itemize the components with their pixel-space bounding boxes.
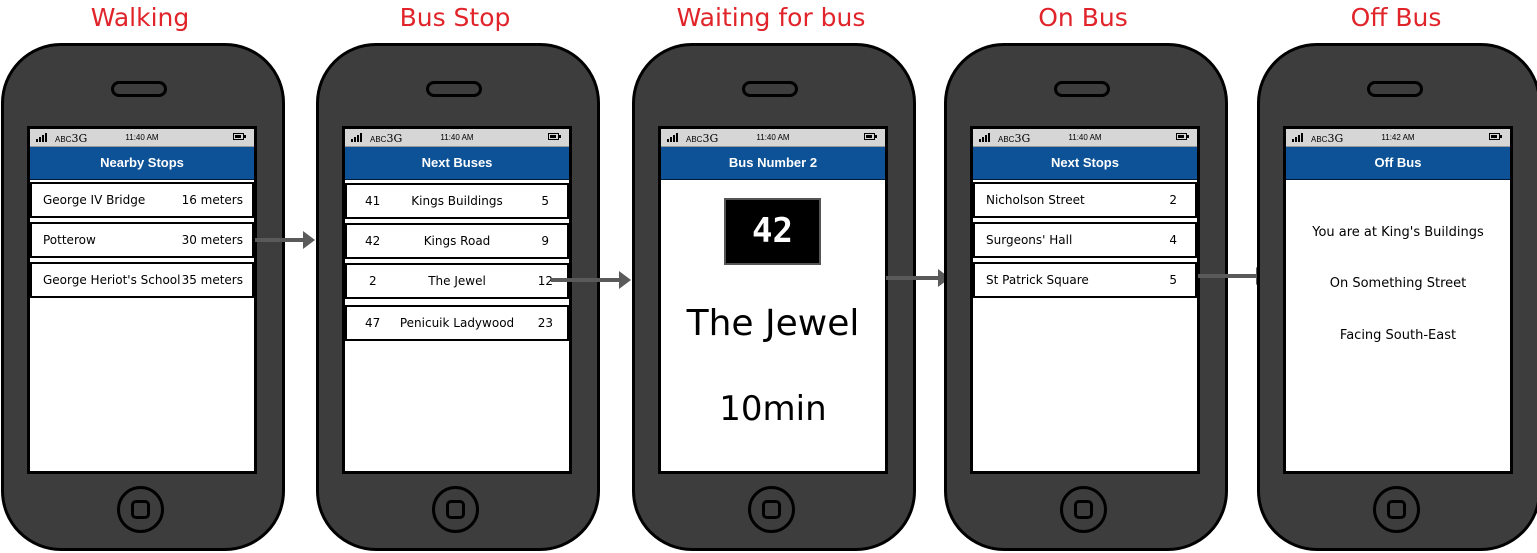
- next-stop-item[interactable]: Surgeons' Hall 4: [973, 222, 1197, 258]
- caption-waiting: Waiting for bus: [676, 3, 866, 32]
- destination-label: The Jewel: [686, 303, 860, 344]
- home-square-icon: [131, 500, 150, 519]
- battery-icon: [1489, 133, 1502, 140]
- status-bar: ABC3G 11:40 AM: [973, 129, 1197, 147]
- bus-minutes: 9: [541, 234, 549, 248]
- nearby-stops-list: George IV Bridge 16 meters Potterow 30 m…: [30, 180, 254, 298]
- stops-away: 4: [1169, 233, 1177, 247]
- clock: 11:42 AM: [1381, 133, 1415, 142]
- next-stop-name: Surgeons' Hall: [986, 233, 1073, 247]
- next-stop-item[interactable]: St Patrick Square 5: [973, 262, 1197, 298]
- caption-walking: Walking: [90, 3, 190, 32]
- bus-item[interactable]: 41 Kings Buildings 5: [345, 183, 569, 219]
- stop-name: George Heriot's School: [43, 273, 181, 287]
- caption-bus-stop: Bus Stop: [399, 3, 511, 32]
- status-bar: ABC3G 11:40 AM: [30, 129, 254, 147]
- screen-off-bus: ABC3G 11:42 AM Off Bus You are at King's…: [1283, 126, 1513, 474]
- screen-title: Next Buses: [345, 147, 569, 180]
- bus-destination: Kings Road: [423, 234, 491, 248]
- location-line: You are at King's Buildings: [1312, 225, 1484, 240]
- bus-item[interactable]: 47 Penicuik Ladywood 23: [345, 305, 569, 341]
- wait-time: 10min: [719, 389, 827, 429]
- stop-item[interactable]: Potterow 30 meters: [30, 222, 254, 258]
- battery-icon: [233, 133, 246, 140]
- home-button[interactable]: [117, 486, 164, 533]
- clock: 11:40 AM: [440, 133, 474, 142]
- home-button[interactable]: [432, 486, 479, 533]
- flow-arrow: [1198, 267, 1268, 285]
- phone-walking: ABC3G 11:40 AM Nearby Stops George IV Br…: [1, 43, 285, 551]
- bus-minutes: 5: [541, 194, 549, 208]
- bus-number-badge: 42: [724, 198, 821, 265]
- flow-arrow: [886, 269, 950, 287]
- phone-on-bus: ABC3G 11:40 AM Next Stops Nicholson Stre…: [944, 43, 1228, 551]
- speaker-icon: [426, 81, 482, 97]
- caption-on-bus: On Bus: [1038, 3, 1128, 32]
- flow-arrow: [551, 271, 631, 289]
- clock: 11:40 AM: [756, 133, 790, 142]
- speaker-icon: [1367, 81, 1423, 97]
- stop-item[interactable]: George Heriot's School 35 meters: [30, 262, 254, 298]
- home-square-icon: [1074, 500, 1093, 519]
- battery-icon: [1176, 133, 1189, 140]
- flow-arrow: [255, 231, 315, 249]
- bus-item[interactable]: 42 Kings Road 9: [345, 223, 569, 259]
- bus-minutes: 23: [537, 316, 553, 330]
- status-bar: ABC3G 11:40 AM: [345, 129, 569, 147]
- home-button[interactable]: [1373, 486, 1420, 533]
- next-stop-item[interactable]: Nicholson Street 2: [973, 182, 1197, 218]
- facing-line: Facing South-East: [1339, 328, 1457, 343]
- battery-icon: [548, 133, 561, 140]
- screen-waiting: ABC3G 11:40 AM Bus Number 2 42 The Jewel…: [658, 126, 888, 474]
- home-square-icon: [446, 500, 465, 519]
- caption-off-bus: Off Bus: [1350, 3, 1442, 32]
- speaker-icon: [111, 81, 167, 97]
- next-buses-list: 41 Kings Buildings 5 42 Kings Road 9 2 T…: [345, 180, 569, 341]
- status-bar: ABC3G 11:42 AM: [1286, 129, 1510, 147]
- home-square-icon: [762, 500, 781, 519]
- street-line: On Something Street: [1329, 276, 1467, 291]
- stop-item[interactable]: George IV Bridge 16 meters: [30, 182, 254, 218]
- home-square-icon: [1387, 500, 1406, 519]
- clock: 11:40 AM: [125, 133, 159, 142]
- stop-distance: 16 meters: [181, 193, 243, 207]
- home-button[interactable]: [748, 486, 795, 533]
- speaker-icon: [742, 81, 798, 97]
- clock: 11:40 AM: [1068, 133, 1102, 142]
- speaker-icon: [1054, 81, 1110, 97]
- stop-distance: 35 meters: [181, 273, 243, 287]
- screen-bus-stop: ABC3G 11:40 AM Next Buses 41 Kings Build…: [342, 126, 572, 474]
- bus-destination: Penicuik Ladywood: [399, 316, 515, 330]
- stop-name: Potterow: [43, 233, 96, 247]
- next-stop-name: St Patrick Square: [986, 273, 1089, 287]
- screen-title: Nearby Stops: [30, 147, 254, 180]
- screen-on-bus: ABC3G 11:40 AM Next Stops Nicholson Stre…: [970, 126, 1200, 474]
- screen-title: Next Stops: [973, 147, 1197, 180]
- bus-destination: Kings Buildings: [411, 194, 503, 208]
- screen-walking: ABC3G 11:40 AM Nearby Stops George IV Br…: [27, 126, 257, 474]
- bus-destination: The Jewel: [428, 274, 486, 288]
- status-bar: ABC3G 11:40 AM: [661, 129, 885, 147]
- stop-distance: 30 meters: [181, 233, 243, 247]
- phone-off-bus: ABC3G 11:42 AM Off Bus You are at King's…: [1257, 43, 1537, 551]
- stops-away: 2: [1169, 193, 1177, 207]
- next-stops-list: Nicholson Street 2 Surgeons' Hall 4 St P…: [973, 180, 1197, 298]
- phone-bus-stop: ABC3G 11:40 AM Next Buses 41 Kings Build…: [316, 43, 600, 551]
- next-stop-name: Nicholson Street: [986, 193, 1085, 207]
- home-button[interactable]: [1060, 486, 1107, 533]
- bus-item[interactable]: 2 The Jewel 12: [345, 263, 569, 299]
- battery-icon: [864, 133, 877, 140]
- screen-title: Bus Number 2: [661, 147, 885, 180]
- screen-title: Off Bus: [1286, 147, 1510, 180]
- stop-name: George IV Bridge: [43, 193, 146, 207]
- stops-away: 5: [1169, 273, 1177, 287]
- phone-waiting: ABC3G 11:40 AM Bus Number 2 42 The Jewel…: [632, 43, 916, 551]
